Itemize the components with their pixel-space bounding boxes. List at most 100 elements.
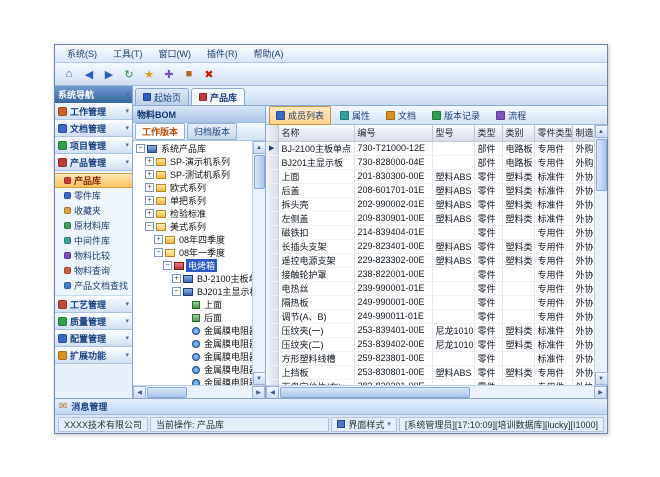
sidebar-group-header[interactable]: 扩展功能▾ bbox=[55, 347, 132, 364]
favorites-icon[interactable]: ★ bbox=[140, 65, 158, 83]
member-tab[interactable]: 属性 bbox=[333, 106, 377, 125]
tree-node[interactable]: +单把系列 bbox=[133, 194, 252, 207]
column-header[interactable]: 类别 bbox=[502, 125, 534, 141]
menu-item[interactable]: 系统(S) bbox=[59, 45, 105, 62]
scroll-up-icon[interactable]: ▲ bbox=[595, 125, 608, 138]
sidebar-item[interactable]: 原材料库 bbox=[55, 218, 132, 233]
calculator-icon[interactable]: ■ bbox=[180, 65, 198, 83]
tree-node[interactable]: −美式系列 bbox=[133, 220, 252, 233]
tree-node[interactable]: 上面 bbox=[133, 298, 252, 311]
table-row[interactable]: 上挡板253-830801-00E塑料ABS零件塑料类专用件外协条 bbox=[266, 365, 594, 379]
table-row[interactable]: 隔热板249-990001-00E零件专用件外协条 bbox=[266, 295, 594, 309]
sidebar-group-header[interactable]: 项目管理▾ bbox=[55, 137, 132, 154]
column-header[interactable]: 名称 bbox=[278, 125, 354, 141]
member-tab[interactable]: 流程 bbox=[489, 106, 533, 125]
table-row[interactable]: 电热丝239-990001-01E零件专用件外协条 bbox=[266, 281, 594, 295]
forward-icon[interactable]: ▶ bbox=[100, 65, 118, 83]
expander-icon[interactable]: + bbox=[154, 235, 163, 244]
back-icon[interactable]: ◀ bbox=[80, 65, 98, 83]
tree-node[interactable]: 金属膜电阻器 bbox=[133, 324, 252, 337]
scrollbar-thumb[interactable] bbox=[280, 387, 470, 398]
table-row[interactable]: 压纹夹(二)253-839402-00E尼龙1010零件塑料类标准件外协条 bbox=[266, 337, 594, 351]
sidebar-item[interactable]: 产品库 bbox=[55, 173, 132, 188]
version-tab[interactable]: 工作版本 bbox=[135, 123, 185, 140]
scroll-right-icon[interactable]: ▶ bbox=[252, 386, 265, 399]
version-tab[interactable]: 归档版本 bbox=[187, 123, 237, 140]
tree-node[interactable]: 金属膜电阻器 bbox=[133, 363, 252, 376]
sidebar-group-header[interactable]: 质量管理▾ bbox=[55, 313, 132, 330]
menu-item[interactable]: 窗口(W) bbox=[151, 45, 200, 62]
menu-item[interactable]: 帮助(A) bbox=[246, 45, 292, 62]
sidebar-item[interactable]: 物料比较 bbox=[55, 248, 132, 263]
tree-node[interactable]: −08年一季度 bbox=[133, 246, 252, 259]
scrollbar-thumb[interactable] bbox=[254, 155, 265, 189]
table-horizontal-scrollbar[interactable]: ◀ ▶ bbox=[266, 385, 607, 398]
sidebar-item[interactable]: 物料查询 bbox=[55, 263, 132, 278]
menu-item[interactable]: 插件(R) bbox=[199, 45, 246, 62]
tree-node[interactable]: +BJ-2100主板单点 bbox=[133, 272, 252, 285]
table-row[interactable]: 调节(A、B)249-990011-01E零件专用件外协条 bbox=[266, 309, 594, 323]
tree-node[interactable]: +欧式系列 bbox=[133, 181, 252, 194]
table-row[interactable]: 上面201-830300-00E塑料ABS零件塑料类标准件外协条 bbox=[266, 169, 594, 183]
tree-node[interactable]: −BJ201主显示板 bbox=[133, 285, 252, 298]
column-header[interactable]: 型号 bbox=[432, 125, 474, 141]
document-tab[interactable]: 产品库 bbox=[191, 88, 245, 105]
column-header[interactable]: 编号 bbox=[354, 125, 432, 141]
expander-icon[interactable]: − bbox=[154, 248, 163, 257]
expander-icon[interactable]: − bbox=[163, 261, 172, 270]
sidebar-group-header[interactable]: 配置管理▾ bbox=[55, 330, 132, 347]
column-header[interactable]: 零件类型 bbox=[534, 125, 572, 141]
sidebar-item[interactable]: 收藏夹 bbox=[55, 203, 132, 218]
tree-node[interactable]: +检验标准 bbox=[133, 207, 252, 220]
tree-node[interactable]: 后面 bbox=[133, 311, 252, 324]
table-vertical-scrollbar[interactable]: ▲ ▼ bbox=[594, 125, 607, 385]
table-row[interactable]: BJ201主显示板730-828000-04E部件电路板专用件外购颗 bbox=[266, 155, 594, 169]
tree-node[interactable]: 金属膜电阻器 bbox=[133, 376, 252, 385]
expander-icon[interactable]: + bbox=[145, 170, 154, 179]
refresh-icon[interactable]: ↻ bbox=[120, 65, 138, 83]
menu-item[interactable]: 工具(T) bbox=[105, 45, 151, 62]
tree-node[interactable]: 金属膜电阻器 bbox=[133, 337, 252, 350]
table-row[interactable]: 遥控电源支架229-823302-00E塑料ABS零件塑料类专用件外协条 bbox=[266, 253, 594, 267]
column-header[interactable]: 制造方式 bbox=[572, 125, 594, 141]
table-row[interactable]: 拆头壳202-990002-01E塑料ABS零件塑料类标准件外协条 bbox=[266, 197, 594, 211]
tree-vertical-scrollbar[interactable]: ▲ ▼ bbox=[252, 141, 265, 385]
sidebar-group-header[interactable]: 文档管理▾ bbox=[55, 120, 132, 137]
table-row[interactable]: 压纹夹(一)253-839401-00E尼龙1010零件塑料类标准件外协条 bbox=[266, 323, 594, 337]
tree-horizontal-scrollbar[interactable]: ◀ ▶ bbox=[133, 385, 265, 398]
home-icon[interactable]: ⌂ bbox=[60, 65, 78, 83]
table-row[interactable]: 接触轮护罩238-822001-00E零件专用件外协条 bbox=[266, 267, 594, 281]
document-tab[interactable]: 起始页 bbox=[135, 88, 189, 105]
table-row[interactable]: 方形塑料线槽259-823801-00E零件标准件外协条 bbox=[266, 351, 594, 365]
scroll-left-icon[interactable]: ◀ bbox=[266, 386, 279, 399]
expander-icon[interactable]: − bbox=[136, 144, 145, 153]
scroll-right-icon[interactable]: ▶ bbox=[594, 386, 607, 399]
style-selector[interactable]: 界面样式 ▾ bbox=[331, 417, 397, 432]
tree-node[interactable]: +SP-测试机系列 bbox=[133, 168, 252, 181]
scroll-left-icon[interactable]: ◀ bbox=[133, 386, 146, 399]
sidebar-item[interactable]: 产品文档查找 bbox=[55, 278, 132, 293]
tree-node[interactable]: −系统产品库 bbox=[133, 142, 252, 155]
column-header[interactable]: 类型 bbox=[474, 125, 502, 141]
member-tab[interactable]: 文档 bbox=[379, 106, 423, 125]
expander-icon[interactable]: + bbox=[145, 157, 154, 166]
expander-icon[interactable]: + bbox=[172, 274, 181, 283]
table-row[interactable]: ▶BJ-2100主板单点730-T21000-12E部件电路板专用件外购颗 bbox=[266, 141, 594, 155]
sidebar-item[interactable]: 中间件库 bbox=[55, 233, 132, 248]
expander-icon[interactable]: − bbox=[145, 222, 154, 231]
tree-node[interactable]: −电烤箱 bbox=[133, 259, 252, 272]
member-tab[interactable]: 版本记录 bbox=[425, 106, 487, 125]
sidebar-group-header[interactable]: 工艺管理▾ bbox=[55, 296, 132, 313]
table-row[interactable]: 左侧盖209-830901-00E塑料ABS零件塑料类标准件外协条 bbox=[266, 211, 594, 225]
add-icon[interactable]: ✚ bbox=[160, 65, 178, 83]
tree-node[interactable]: 金属膜电阻器 bbox=[133, 350, 252, 363]
scrollbar-thumb[interactable] bbox=[596, 139, 607, 191]
sidebar-item[interactable]: 零件库 bbox=[55, 188, 132, 203]
scroll-down-icon[interactable]: ▼ bbox=[595, 372, 608, 385]
exit-icon[interactable]: ✖ bbox=[200, 65, 218, 83]
table-row[interactable]: 磁铁扣214-839404-01E零件专用件外协条 bbox=[266, 225, 594, 239]
expander-icon[interactable]: + bbox=[145, 196, 154, 205]
expander-icon[interactable]: + bbox=[145, 209, 154, 218]
scroll-up-icon[interactable]: ▲ bbox=[253, 141, 266, 154]
scroll-down-icon[interactable]: ▼ bbox=[253, 372, 266, 385]
